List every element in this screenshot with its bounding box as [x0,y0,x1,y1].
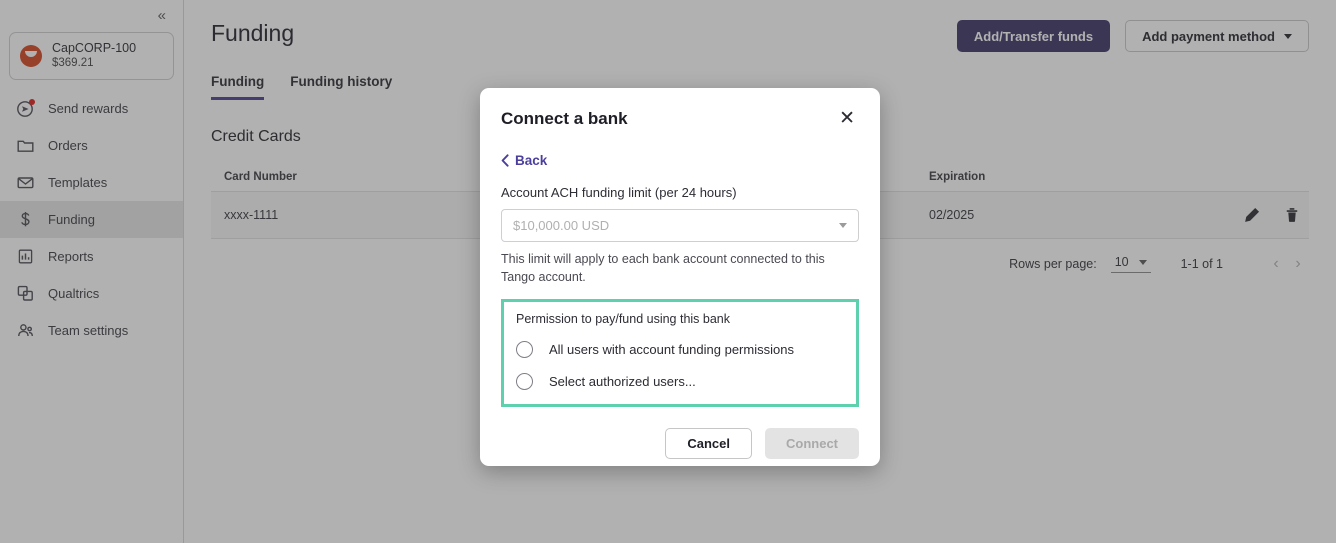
connect-button: Connect [765,428,859,459]
ach-limit-label: Account ACH funding limit (per 24 hours) [501,185,737,200]
ach-limit-select[interactable]: $10,000.00 USD [501,209,859,242]
permission-label: Permission to pay/fund using this bank [516,312,731,326]
radio-option-label: Select authorized users... [549,374,696,389]
ach-limit-help-text: This limit will apply to each bank accou… [501,252,825,284]
dialog-footer: Cancel Connect [501,428,859,459]
chevron-left-icon [501,154,509,167]
back-button[interactable]: Back [501,153,859,168]
ach-limit-placeholder: $10,000.00 USD [513,218,610,233]
close-icon[interactable]: ✕ [835,107,859,130]
radio-circle-icon[interactable] [516,373,533,390]
connect-a-bank-dialog: Connect a bank ✕ Back Account ACH fundin… [480,88,880,466]
dialog-header: Connect a bank ✕ [501,88,859,130]
permission-section: Permission to pay/fund using this bank A… [501,299,859,407]
caret-down-icon [839,223,847,228]
dialog-title: Connect a bank [501,108,628,128]
radio-circle-icon[interactable] [516,341,533,358]
back-label: Back [515,153,548,168]
cancel-button[interactable]: Cancel [665,428,752,459]
radio-option-label: All users with account funding permissio… [549,342,794,357]
radio-option-all-users[interactable]: All users with account funding permissio… [516,341,844,358]
radio-option-select-authorized-users[interactable]: Select authorized users... [516,373,844,390]
